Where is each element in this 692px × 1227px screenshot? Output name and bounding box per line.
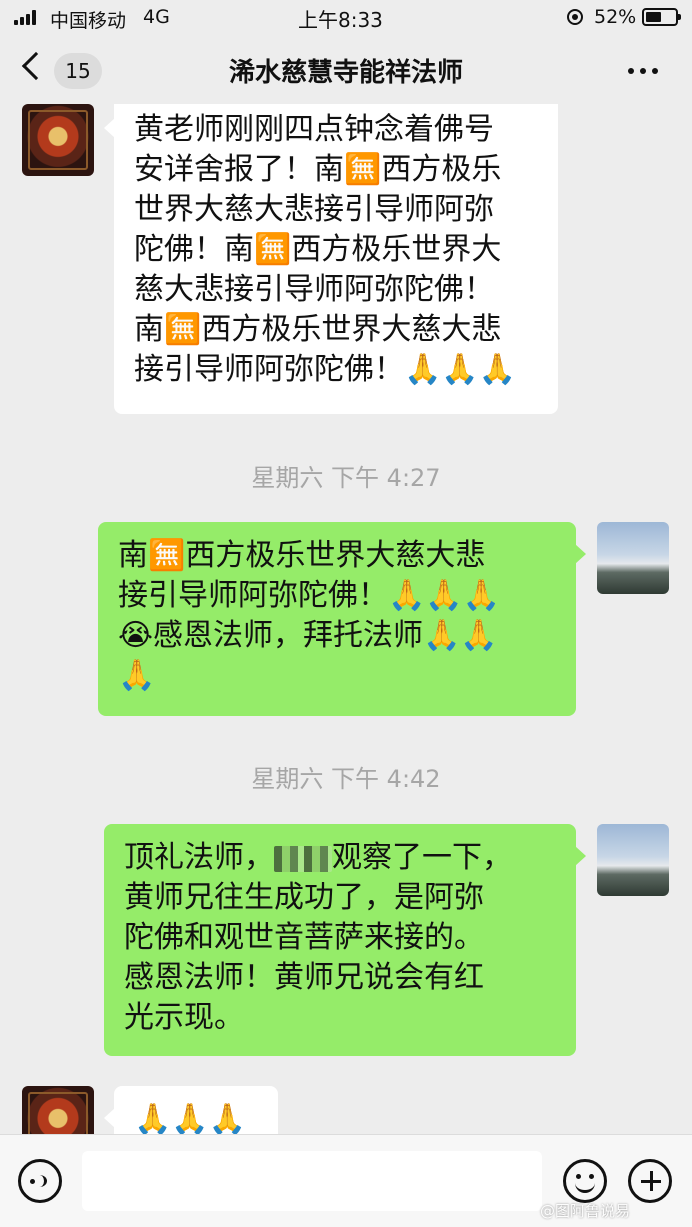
message-line: 😭感恩法师，拜托法师🙏🙏 [118,618,498,653]
status-bar: 中国移动 4G 上午8:33 52% [0,0,692,36]
message-line: 感恩法师！黄师兄说会有红 [124,960,484,995]
message-line: 🙏 [118,658,156,693]
received-message-bubble[interactable]: 🙏🙏🙏 [104,1086,278,1134]
message-line: 黄老师刚刚四点钟念着佛号 [134,112,494,147]
message-line: 南🈚西方极乐世界大慈大悲 [134,312,502,347]
message-list[interactable]: 黄老师刚刚四点钟念着佛号 安详舍报了！南🈚西方极乐 世界大慈大悲接引导师阿弥 陀… [0,104,692,1134]
message-line: 安详舍报了！南🈚西方极乐 [134,152,502,187]
message-line: 黄师兄往生成功了，是阿弥 [124,880,484,915]
signal-icon [14,10,36,25]
orientation-lock-icon [567,9,583,25]
watermark: @图阿鲁说易 [540,1202,631,1220]
network-type: 4G [143,6,170,28]
message-line: 🙏🙏🙏 [134,1102,247,1134]
message-line: 光示现。 [124,1000,244,1035]
voice-input-icon[interactable] [18,1159,62,1203]
message-line: 陀佛！南🈚西方极乐世界大 [134,232,502,267]
battery-icon [642,8,681,26]
status-time: 上午8:33 [298,8,383,32]
message-input[interactable] [82,1151,542,1211]
message-line: 世界大慈大悲接引导师阿弥 [134,192,494,227]
sent-message-bubble[interactable]: 顶礼法师， 观察了一下， 黄师兄往生成功了，是阿弥 陀佛和观世音菩萨来接的。 感恩… [104,824,586,1056]
contact-avatar[interactable] [22,1086,94,1134]
contact-avatar[interactable] [22,104,94,176]
user-avatar[interactable] [597,824,669,896]
timestamp-divider: 星期六 下午 4:27 [251,464,441,492]
message-line: 顶礼法师， [124,840,274,875]
sent-message-bubble[interactable]: 南🈚西方极乐世界大慈大悲 接引导师阿弥陀佛！🙏🙏🙏 😭感恩法师，拜托法师🙏🙏 🙏 [98,522,586,716]
message-line: 观察了一下， [332,840,512,875]
timestamp-divider: 星期六 下午 4:42 [251,765,441,793]
carrier-name: 中国移动 [50,10,127,32]
message-line: 陀佛和观世音菩萨来接的。 [124,920,484,955]
emoji-icon[interactable] [563,1159,607,1203]
battery-percent: 52% [594,6,637,28]
add-attachment-icon[interactable] [628,1159,672,1203]
more-options-icon[interactable] [628,68,658,74]
chat-header: 15 浠水慈慧寺能祥法师 [0,36,692,104]
message-line: 南🈚西方极乐世界大慈大悲 [118,538,486,573]
received-message-bubble[interactable]: 黄老师刚刚四点钟念着佛号 安详舍报了！南🈚西方极乐 世界大慈大悲接引导师阿弥 陀… [104,104,558,414]
chat-title: 浠水慈慧寺能祥法师 [228,58,463,88]
chat-screen: 中国移动 4G 上午8:33 52% 15 浠水慈慧寺能祥法师 黄老师刚刚四点钟… [0,0,692,1227]
message-line: 接引导师阿弥陀佛！🙏🙏🙏 [118,578,501,613]
user-avatar[interactable] [597,522,669,594]
message-line: 接引导师阿弥陀佛！🙏🙏🙏 [134,352,517,387]
redacted-name-patch [274,845,332,872]
message-line: 慈大悲接引导师阿弥陀佛！ [134,272,494,307]
